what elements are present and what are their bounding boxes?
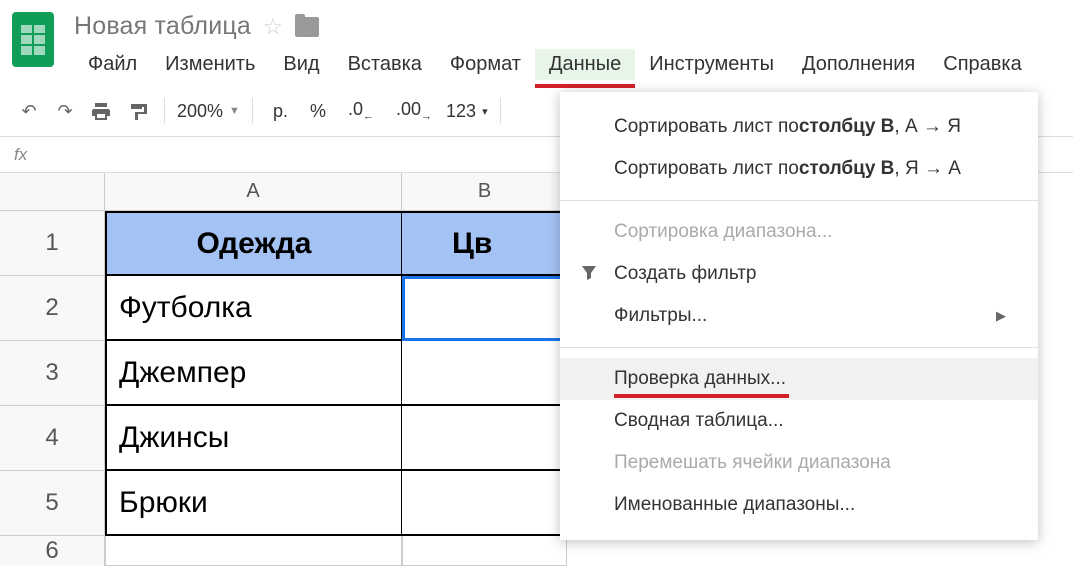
row-header-1[interactable]: 1 <box>0 211 105 276</box>
row-header-4[interactable]: 4 <box>0 406 105 471</box>
menu-pivot-table[interactable]: Сводная таблица... <box>560 400 1038 442</box>
column-header-A[interactable]: A <box>105 173 402 211</box>
menu-named-ranges[interactable]: Именованные диапазоны... <box>560 484 1038 526</box>
number-format-menu[interactable]: 123 ▾ <box>446 101 488 122</box>
folder-icon[interactable] <box>295 17 319 37</box>
divider <box>560 347 1038 348</box>
menu-sort-asc[interactable]: Сортировать лист по столбцу B, А → Я <box>560 106 1038 148</box>
column-header-B[interactable]: B <box>402 173 567 211</box>
menubar: Файл Изменить Вид Вставка Формат Данные … <box>74 49 1036 80</box>
separator <box>164 98 165 124</box>
divider <box>560 200 1038 201</box>
select-all-corner[interactable] <box>0 173 105 211</box>
document-title[interactable]: Новая таблица <box>74 12 251 41</box>
menu-sort-desc[interactable]: Сортировать лист по столбцу B, Я → А <box>560 148 1038 190</box>
menu-sort-range: Сортировка диапазона... <box>560 211 1038 253</box>
cell-B4[interactable] <box>402 406 567 471</box>
print-icon[interactable] <box>86 96 116 126</box>
currency-format[interactable]: р. <box>265 101 296 122</box>
header: Новая таблица ☆ Файл Изменить Вид Вставк… <box>0 0 1073 80</box>
menu-view[interactable]: Вид <box>269 49 333 80</box>
menu-data-validation[interactable]: Проверка данных... <box>560 358 1038 400</box>
menu-shuffle: Перемешать ячейки диапазона <box>560 442 1038 484</box>
menu-filters[interactable]: Фильтры... ▶ <box>560 295 1038 337</box>
menu-file[interactable]: Файл <box>74 49 151 80</box>
menu-addons[interactable]: Дополнения <box>788 49 929 80</box>
cell-A1[interactable]: Одежда <box>105 211 402 276</box>
row-header-2[interactable]: 2 <box>0 276 105 341</box>
cell-A6[interactable] <box>105 536 402 566</box>
menu-insert[interactable]: Вставка <box>334 49 436 80</box>
cell-A4[interactable]: Джинсы <box>105 406 402 471</box>
cell-B6[interactable] <box>402 536 567 566</box>
row-header-6[interactable]: 6 <box>0 536 105 566</box>
menu-create-filter[interactable]: Создать фильтр <box>560 253 1038 295</box>
zoom-value: 200% <box>177 101 223 122</box>
paint-format-icon[interactable] <box>122 96 152 126</box>
zoom-selector[interactable]: 200% ▼ <box>177 101 240 122</box>
increase-decimal[interactable]: .00→ <box>388 99 440 123</box>
menu-data[interactable]: Данные <box>535 49 635 80</box>
undo-icon[interactable]: ↶ <box>14 96 44 126</box>
filter-icon <box>580 263 598 286</box>
cell-A3[interactable]: Джемпер <box>105 341 402 406</box>
redo-icon[interactable]: ↷ <box>50 96 80 126</box>
separator <box>500 98 501 124</box>
chevron-right-icon: ▶ <box>996 308 1006 324</box>
menu-format[interactable]: Формат <box>436 49 535 80</box>
star-icon[interactable]: ☆ <box>263 14 283 40</box>
cell-B5[interactable] <box>402 471 567 536</box>
cell-A2[interactable]: Футболка <box>105 276 402 341</box>
sheets-logo <box>12 12 54 67</box>
decrease-decimal[interactable]: .0← <box>340 99 382 123</box>
cell-B3[interactable] <box>402 341 567 406</box>
cell-B1[interactable]: Цв <box>402 211 567 276</box>
cell-B2[interactable] <box>402 276 567 341</box>
percent-format[interactable]: % <box>302 101 334 122</box>
menu-edit[interactable]: Изменить <box>151 49 269 80</box>
menu-help[interactable]: Справка <box>929 49 1035 80</box>
cell-A5[interactable]: Брюки <box>105 471 402 536</box>
separator <box>252 98 253 124</box>
row-header-5[interactable]: 5 <box>0 471 105 536</box>
data-menu-dropdown: Сортировать лист по столбцу B, А → Я Сор… <box>560 92 1038 540</box>
row-header-3[interactable]: 3 <box>0 341 105 406</box>
fx-label: fx <box>14 145 27 165</box>
title-area: Новая таблица ☆ Файл Изменить Вид Вставк… <box>74 12 1036 80</box>
chevron-down-icon: ▼ <box>229 105 240 117</box>
menu-tools[interactable]: Инструменты <box>635 49 788 80</box>
